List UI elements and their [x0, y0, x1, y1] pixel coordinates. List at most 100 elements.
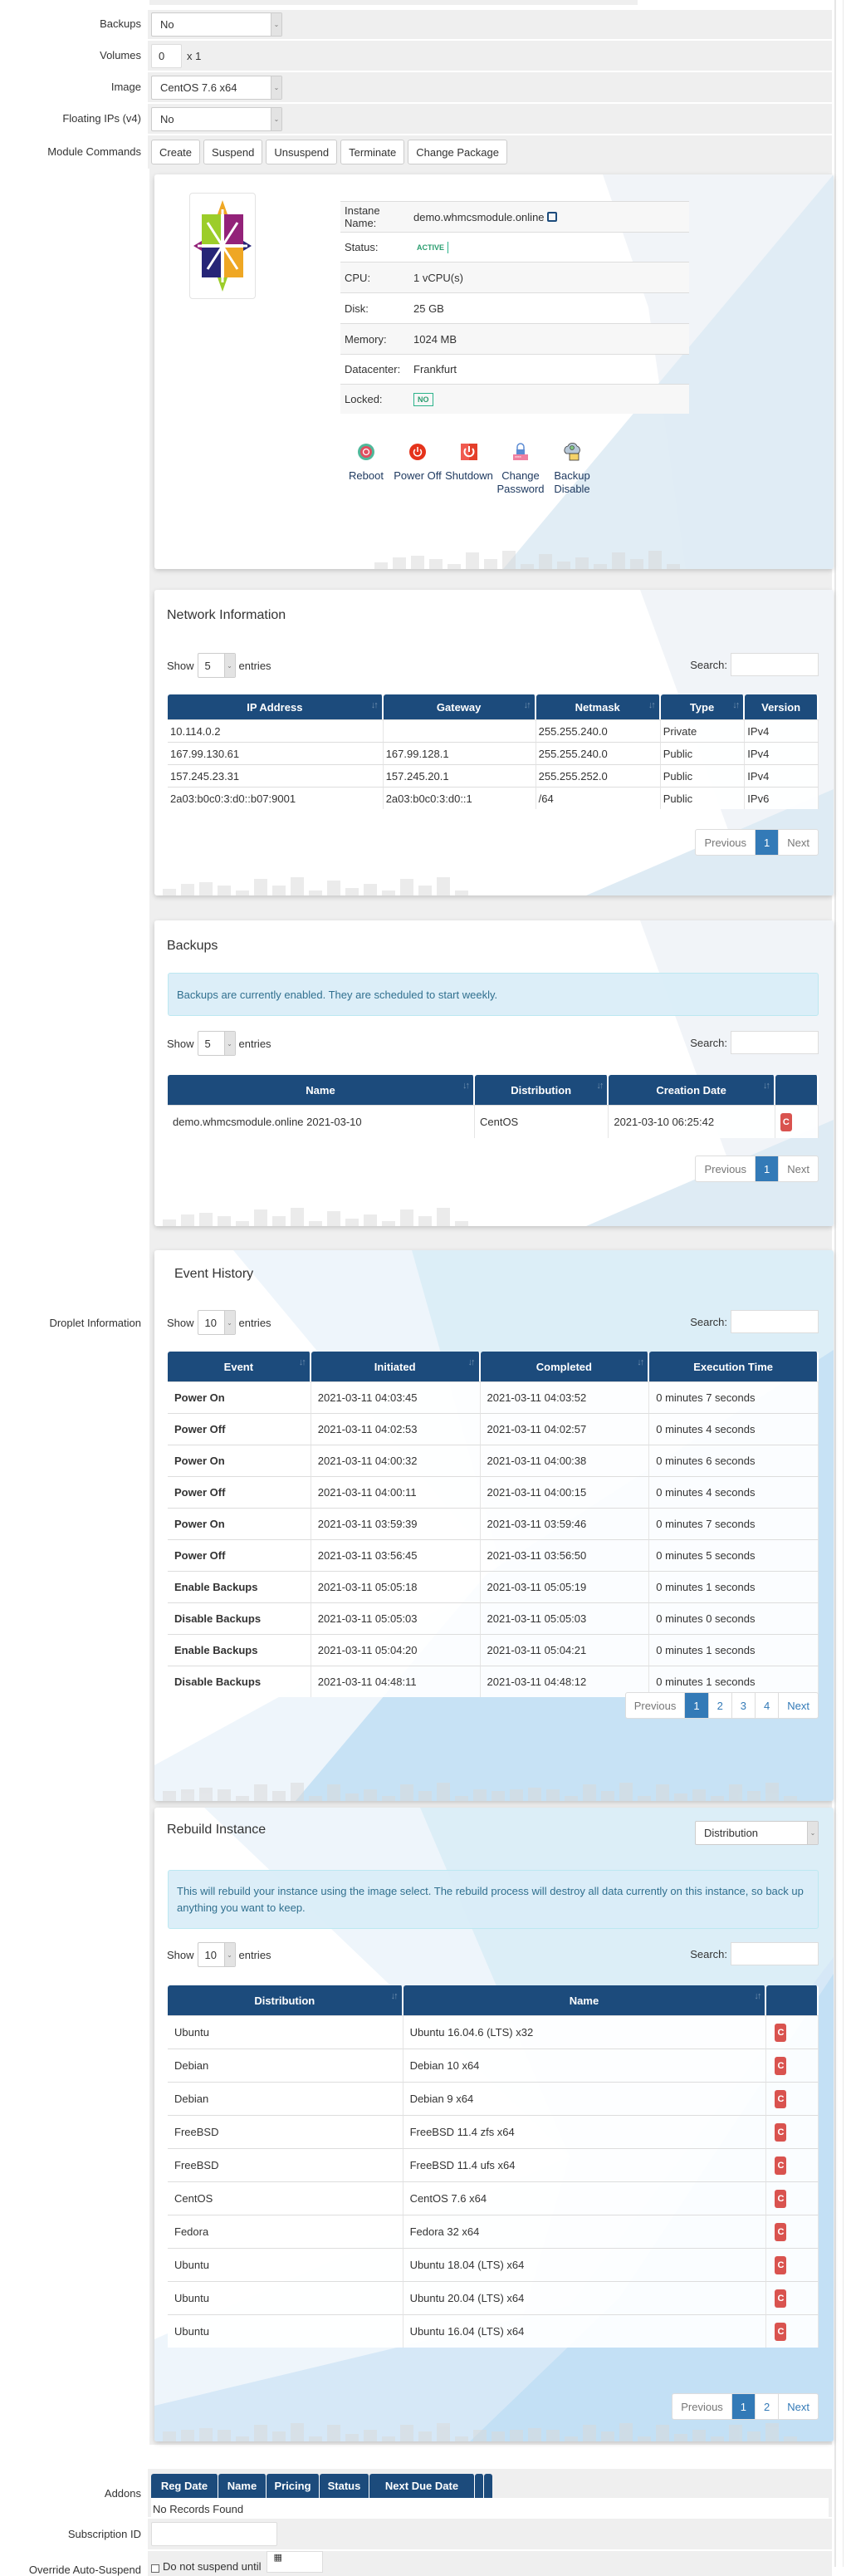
restore-backup-button[interactable]: C	[780, 1112, 792, 1131]
subscription-id-input[interactable]	[151, 2522, 277, 2546]
ip-address-cell: 167.99.130.61	[168, 742, 384, 764]
col-event[interactable]: Event ↓↑	[168, 1352, 311, 1381]
events-length-select[interactable]: 10 ⌄	[197, 1310, 236, 1335]
backups-length-select[interactable]: 5 ⌄	[197, 1031, 236, 1056]
subscription-id-cell	[148, 2519, 832, 2549]
backups-search-input[interactable]	[731, 1031, 819, 1054]
network-length-select[interactable]: 5 ⌄	[197, 653, 236, 678]
rebuild-panel: Rebuild Instance Distribution ⌄ This will…	[154, 1808, 834, 2441]
col-distribution[interactable]: Distribution ↓↑	[168, 1985, 403, 2015]
rebuild-image-button[interactable]: C	[775, 2322, 787, 2341]
sort-icon: ↓↑	[596, 1081, 604, 1091]
rebuild-image-button[interactable]: C	[775, 2222, 787, 2241]
backup-date: 2021-03-10 06:25:42	[609, 1105, 775, 1138]
suspend-button[interactable]: Suspend	[203, 140, 263, 164]
pager-page-1[interactable]: 1	[756, 830, 780, 855]
override-date-input[interactable]: ▦	[266, 2551, 323, 2573]
backups-select[interactable]: No ⌄	[151, 12, 282, 37]
col-type[interactable]: Type ↓↑	[660, 694, 746, 719]
floating-ips-select[interactable]: No ⌄	[151, 106, 282, 131]
unsuspend-button[interactable]: Unsuspend	[266, 140, 338, 164]
rebuild-images-table: Distribution ↓↑ Name ↓↑ Ubuntu Ubuntu 16.04…	[168, 1985, 819, 2348]
pager-previous[interactable]: Previous	[696, 1156, 756, 1181]
rebuild-image-button[interactable]: C	[775, 2056, 787, 2075]
pager-page-4[interactable]: 4	[756, 1693, 780, 1718]
chevron-down-icon: ⌄	[223, 654, 235, 677]
image-select[interactable]: CentOS 7.6 x64 ⌄	[151, 75, 282, 100]
rebuild-search-input[interactable]	[731, 1942, 819, 1965]
cpu-value: 1 vCPU(s)	[413, 271, 463, 284]
detail-row-status: Status: ACTIVE	[340, 232, 689, 262]
rebuild-length-select[interactable]: 10 ⌄	[197, 1942, 236, 1967]
completed-cell: 2021-03-11 03:59:46	[480, 1508, 650, 1539]
pager-page-1[interactable]: 1	[685, 1693, 709, 1718]
chevron-down-icon: ⌄	[807, 1822, 818, 1844]
show-label: Show	[167, 659, 194, 672]
module-commands-label: Module Commands	[0, 134, 148, 169]
col-name[interactable]: Name	[218, 2474, 267, 2498]
sort-icon: ↓↑	[732, 700, 740, 710]
pager-page-3[interactable]: 3	[732, 1693, 756, 1718]
col-ip-address[interactable]: IP Address ↓↑	[168, 694, 384, 719]
col-next-due-date[interactable]: Next Due Date	[369, 2474, 475, 2498]
network-search-input[interactable]	[731, 653, 819, 676]
power-off-action[interactable]: Power Off	[392, 439, 443, 496]
rebuild-image-button[interactable]: C	[775, 2255, 787, 2274]
network-length-control: Show 5 ⌄ entries	[167, 653, 271, 678]
pager-page-2[interactable]: 2	[709, 1693, 732, 1718]
col-completed[interactable]: Completed ↓↑	[480, 1352, 650, 1381]
pager-page-2[interactable]: 2	[756, 2394, 780, 2419]
reboot-action[interactable]: Reboot	[340, 439, 392, 496]
table-row: Ubuntu Ubuntu 18.04 (LTS) x64 C	[168, 2248, 819, 2281]
execution-time-cell: 0 minutes 4 seconds	[649, 1476, 819, 1508]
pager-previous[interactable]: Previous	[696, 830, 756, 855]
col-creation-date[interactable]: Creation Date ↓↑	[609, 1075, 775, 1105]
table-row: demo.whmcsmodule.online 2021-03-10 CentO…	[168, 1105, 819, 1138]
col-initiated[interactable]: Initiated ↓↑	[311, 1352, 481, 1381]
pager-page-1[interactable]: 1	[756, 1156, 780, 1181]
row-backups: Backups No ⌄	[0, 8, 832, 39]
col-status[interactable]: Status	[320, 2474, 369, 2498]
pager-next[interactable]: Next	[779, 1693, 818, 1718]
edit-icon[interactable]	[546, 212, 557, 222]
col-gateway[interactable]: Gateway ↓↑	[383, 694, 536, 719]
table-row: Ubuntu Ubuntu 16.04 (LTS) x64 C	[168, 2314, 819, 2348]
col-pricing[interactable]: Pricing	[267, 2474, 320, 2498]
col-reg-date[interactable]: Reg Date	[151, 2474, 218, 2498]
pager-next[interactable]: Next	[779, 830, 818, 855]
override-checkbox[interactable]	[151, 2564, 159, 2573]
detail-row-locked: Locked: NO	[340, 384, 689, 414]
change-package-button[interactable]: Change Package	[408, 140, 507, 164]
events-search-input[interactable]	[731, 1310, 819, 1333]
backup-disable-action[interactable]: Backup Disable	[546, 439, 598, 496]
create-button[interactable]: Create	[151, 140, 201, 164]
pager-next[interactable]: Next	[779, 1156, 818, 1181]
pager-page-1[interactable]: 1	[731, 2394, 756, 2419]
rebuild-length-control: Show 10 ⌄ entries	[167, 1942, 271, 1967]
rebuild-image-button[interactable]: C	[775, 2189, 787, 2208]
pager-next[interactable]: Next	[779, 2394, 818, 2419]
rebuild-image-button[interactable]: C	[775, 2122, 787, 2142]
rebuild-image-button[interactable]: C	[775, 2089, 787, 2108]
rebuild-image-button[interactable]: C	[775, 2156, 787, 2175]
filter-value: Distribution	[704, 1827, 759, 1839]
col-name[interactable]: Name ↓↑	[168, 1075, 475, 1105]
rebuild-image-button[interactable]: C	[775, 2023, 787, 2042]
terminate-button[interactable]: Terminate	[340, 140, 405, 164]
col-execution-time: Execution Time	[649, 1352, 819, 1381]
rebuild-distribution-filter[interactable]: Distribution ⌄	[695, 1821, 819, 1845]
backups-value: No	[160, 18, 174, 31]
pager-previous[interactable]: Previous	[626, 1693, 686, 1718]
change-password-action[interactable]: **** Change Password	[495, 439, 546, 496]
volumes-input[interactable]: 0	[151, 43, 182, 68]
col-version[interactable]: Version	[745, 694, 819, 719]
rebuild-search: Search:	[690, 1942, 819, 1965]
shutdown-action[interactable]: Shutdown	[443, 439, 495, 496]
row-override-auto-suspend: Override Auto-Suspend Do not suspend unt…	[0, 2551, 832, 2576]
col-distribution[interactable]: Distribution ↓↑	[474, 1075, 609, 1105]
image-name-cell: FreeBSD 11.4 zfs x64	[403, 2115, 767, 2148]
col-netmask[interactable]: Netmask ↓↑	[536, 694, 661, 719]
col-name[interactable]: Name ↓↑	[403, 1985, 767, 2015]
pager-previous[interactable]: Previous	[672, 2394, 732, 2419]
rebuild-image-button[interactable]: C	[775, 2289, 787, 2308]
